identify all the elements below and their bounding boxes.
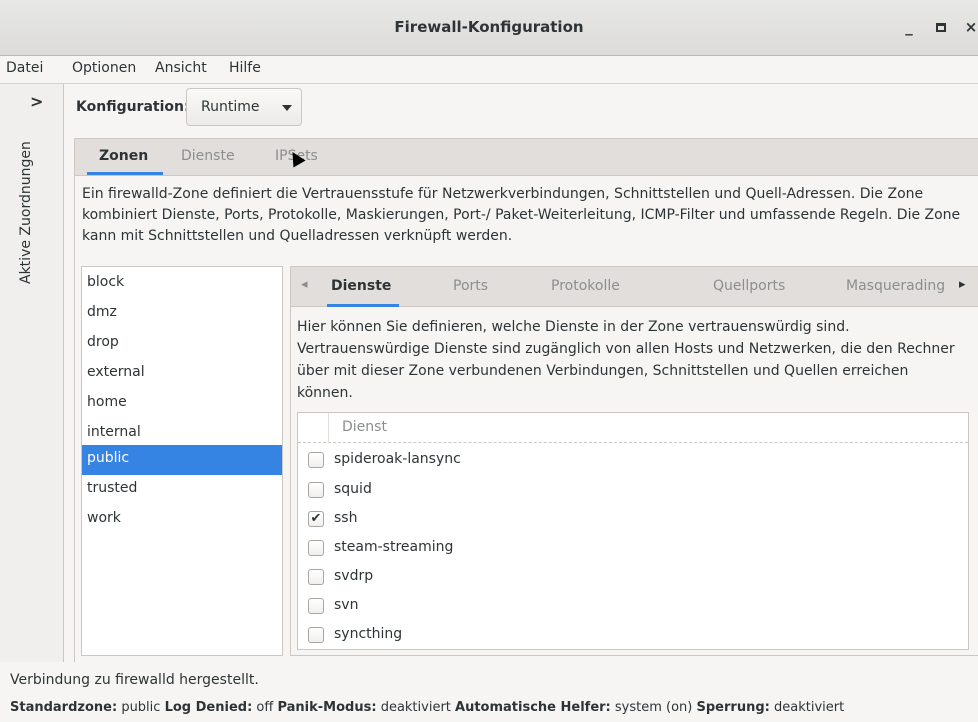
services-table[interactable]: Dienst spideroak-lansync squid ✔ ssh ste… [297,412,969,650]
active-subtab-indicator [327,304,399,307]
service-row[interactable]: syncthing [298,621,968,649]
connection-status: Verbindung zu firewalld hergestellt. [10,672,259,688]
window-title: Firewall-Konfiguration [394,18,584,36]
zone-item-label: trusted [87,480,138,496]
configuration-value: Runtime [201,99,260,115]
services-table-header: Dienst [298,413,968,443]
zone-item-drop[interactable]: drop [82,329,282,359]
zone-settings-tab-bar: ◂ Dienste Ports Protokolle Quellports Ma… [291,267,978,307]
zone-item-external[interactable]: external [82,359,282,389]
configuration-dropdown[interactable]: Runtime [186,88,302,126]
zone-item-trusted[interactable]: trusted [82,475,282,505]
auto-helper-label: Automatische Helfer: [455,700,611,715]
panic-mode-label: Panik-Modus: [277,700,377,715]
panic-mode-value: deaktiviert [380,700,451,715]
minimize-button[interactable]: _ [896,14,922,40]
menu-optionen[interactable]: Optionen [72,60,136,76]
active-bindings-sidebar[interactable]: > Aktive Zuordnungen [0,84,64,662]
zone-item-block[interactable]: block [82,269,282,299]
service-name: syncthing [334,626,403,642]
subtab-protokolle[interactable]: Protokolle [551,278,620,294]
service-checkbox[interactable] [308,627,324,643]
column-header-dienst[interactable]: Dienst [342,419,387,435]
service-checkbox[interactable] [308,569,324,585]
zone-list[interactable]: block dmz drop external home internal pu… [81,266,283,656]
zone-item-public[interactable]: public [82,445,282,475]
maximize-button[interactable] [928,14,954,40]
zone-item-label: dmz [87,304,117,320]
subtab-dienste[interactable]: Dienste [331,278,391,294]
scroll-left-icon[interactable]: ◂ [301,277,308,292]
standardzone-value: public [121,700,161,715]
zone-item-work[interactable]: work [82,505,282,535]
status-bar: Standardzone: public Log Denied: off Pan… [10,700,844,715]
zone-item-label: drop [87,334,119,350]
tab-dienste[interactable]: Dienste [181,148,235,164]
close-button[interactable]: × [958,14,978,40]
service-row[interactable]: ✔ ssh [298,505,968,534]
zone-item-home[interactable]: home [82,389,282,419]
service-checkbox[interactable] [308,598,324,614]
zone-description: Ein firewalld-Zone definiert die Vertrau… [82,186,961,244]
active-tab-indicator [87,172,163,175]
tab-zonen[interactable]: Zonen [99,148,148,164]
service-checkbox[interactable] [308,482,324,498]
subtab-quellports[interactable]: Quellports [713,278,785,294]
menu-datei[interactable]: Datei [6,60,43,76]
log-denied-label: Log Denied: [164,700,253,715]
lockdown-value: deaktiviert [773,700,845,715]
log-denied-value: off [256,700,274,715]
subtab-ports[interactable]: Ports [453,278,488,294]
service-row[interactable]: steam-streaming [298,534,968,563]
service-row[interactable]: spideroak-lansync [298,446,968,475]
service-name: svdrp [334,568,374,584]
main-tab-bar: Zonen Dienste IPSets [74,138,978,176]
menu-ansicht[interactable]: Ansicht [155,60,207,76]
service-row[interactable]: squid [298,476,968,505]
maximize-icon [936,23,946,32]
zone-item-dmz[interactable]: dmz [82,299,282,329]
subtab-masquerading[interactable]: Masquerading [846,278,945,294]
service-row[interactable]: svdrp [298,563,968,592]
zone-item-label: block [87,274,125,290]
scroll-right-icon[interactable]: ▸ [959,277,966,292]
service-name: ssh [334,510,358,526]
auto-helper-value: system (on) [614,700,693,715]
menu-bar: Datei Optionen Ansicht Hilfe [0,56,978,84]
zone-item-label: external [87,364,145,380]
menu-hilfe[interactable]: Hilfe [229,60,261,76]
service-checkbox[interactable] [308,540,324,556]
service-checkbox[interactable]: ✔ [308,511,324,527]
title-bar: Firewall-Konfiguration _ × [0,0,978,56]
zone-item-label: internal [87,424,141,440]
services-description: Hier können Sie definieren, welche Diens… [297,319,955,401]
service-row[interactable]: svn [298,592,968,621]
service-checkbox[interactable] [308,452,324,468]
lockdown-label: Sperrung: [696,700,770,715]
service-name: squid [334,481,372,497]
zone-item-label: home [87,394,127,410]
service-name: steam-streaming [334,539,454,555]
zone-item-label: work [87,510,121,526]
column-separator [328,413,329,443]
service-name: svn [334,597,359,613]
chevron-down-icon [282,105,292,111]
active-bindings-label: Aktive Zuordnungen [18,141,34,284]
service-name: spideroak-lansync [334,451,461,467]
zone-item-label: public [87,450,130,466]
configuration-label: Konfiguration: [76,99,190,115]
expand-arrow-icon[interactable]: > [30,92,43,111]
standardzone-label: Standardzone: [10,700,118,715]
